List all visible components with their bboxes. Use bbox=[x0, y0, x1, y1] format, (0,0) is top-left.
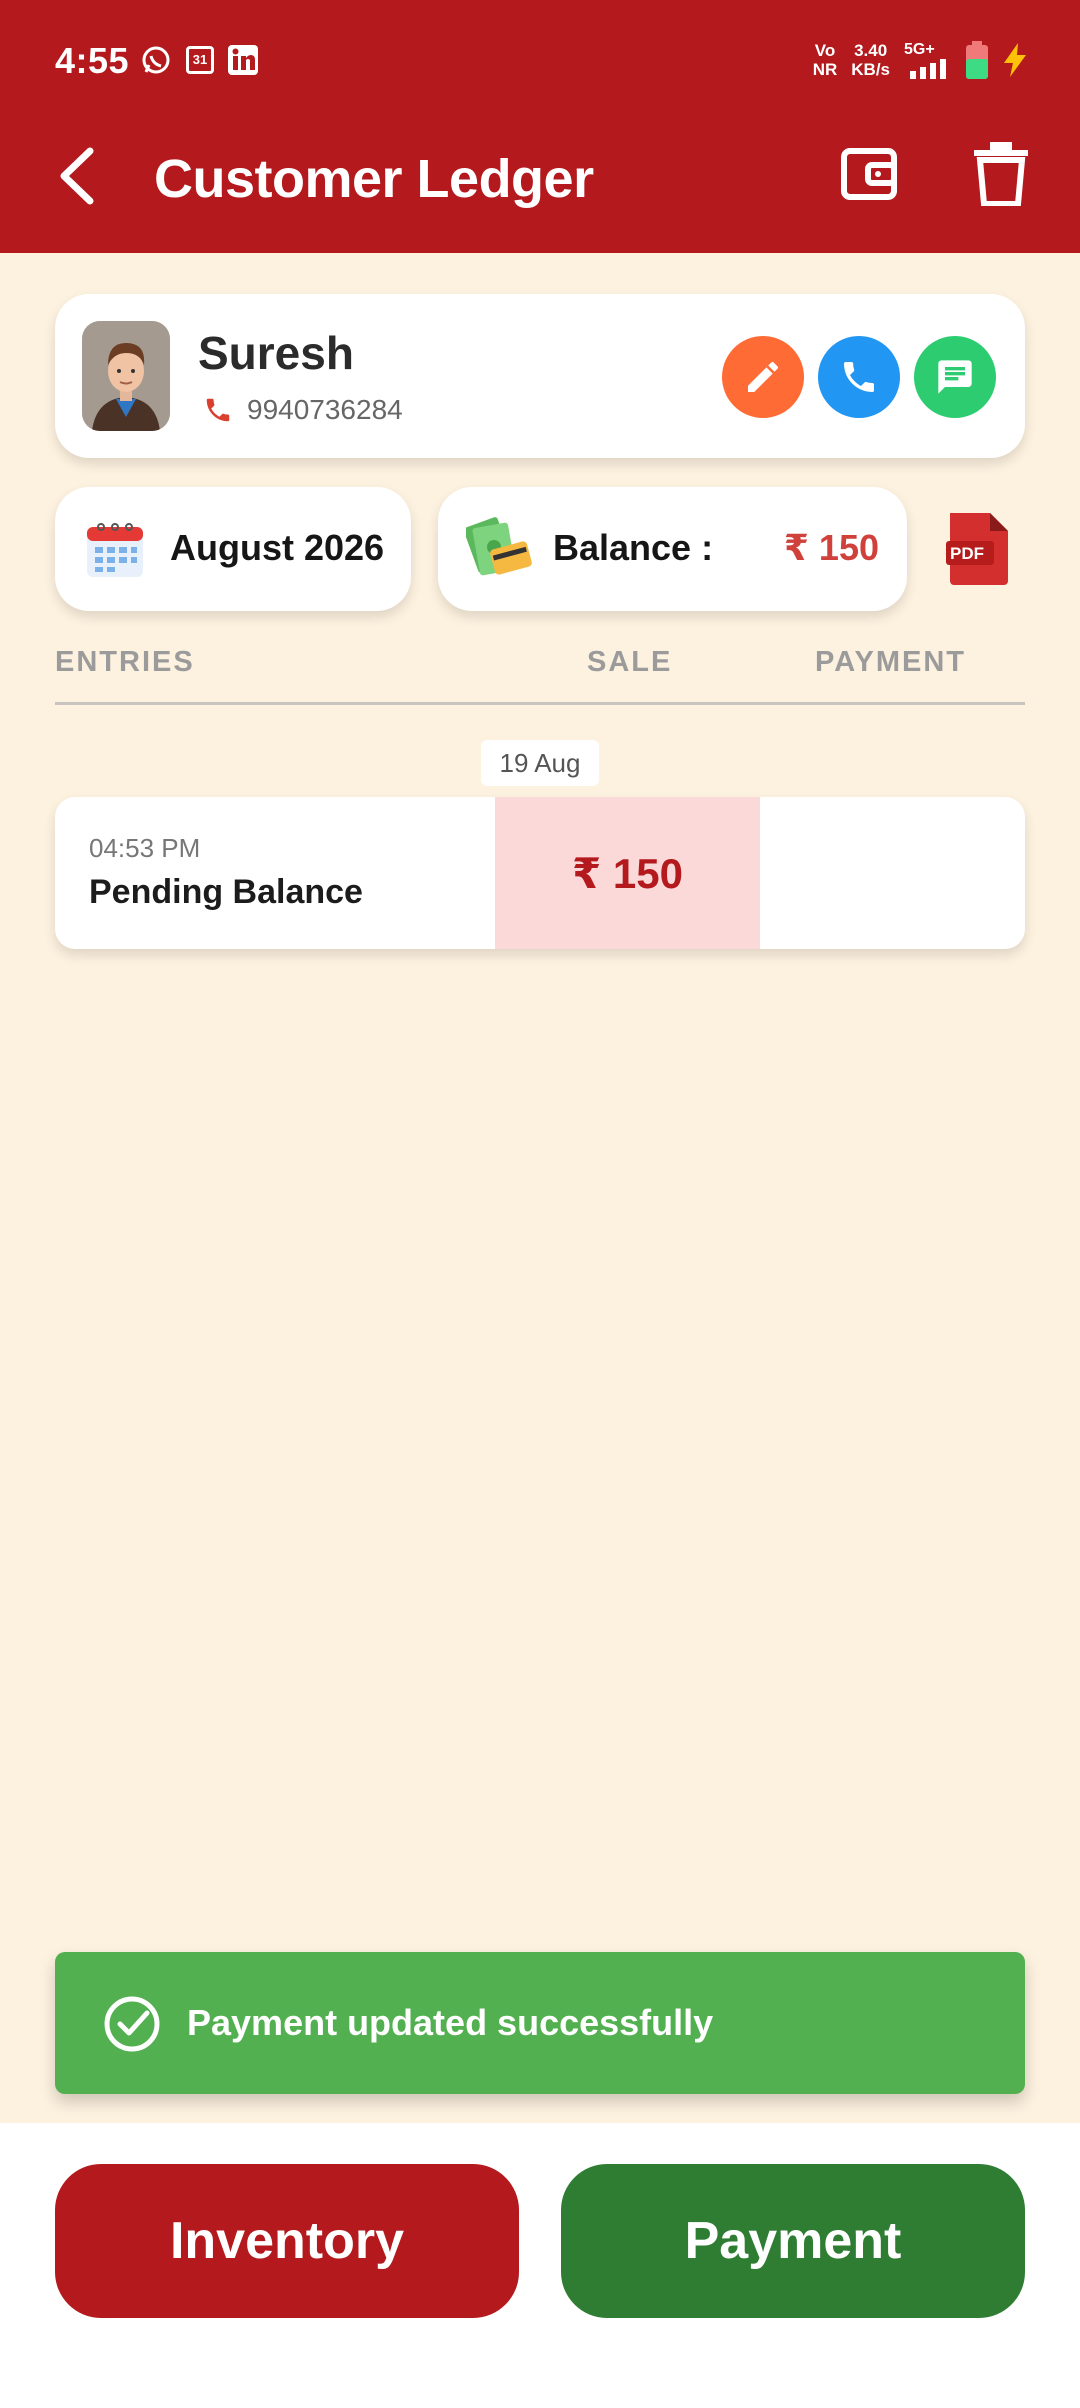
customer-phone: 9940736284 bbox=[203, 394, 403, 426]
network-speed: 3.40 KB/s bbox=[851, 40, 890, 79]
customer-name: Suresh bbox=[198, 327, 354, 379]
phone-icon bbox=[844, 362, 874, 392]
whatsapp-icon bbox=[142, 46, 170, 74]
pdf-export-button[interactable]: PDF bbox=[946, 513, 1012, 585]
delete-icon[interactable] bbox=[972, 142, 1030, 206]
balance-label: Balance : bbox=[553, 527, 714, 568]
calendar-notification-icon: 31 bbox=[186, 46, 214, 74]
back-arrow-icon[interactable] bbox=[50, 143, 110, 209]
chat-icon bbox=[938, 360, 972, 394]
header-divider bbox=[55, 702, 1025, 705]
message-button[interactable] bbox=[914, 336, 996, 418]
column-header-sale: SALE bbox=[587, 646, 673, 678]
linkedin-icon bbox=[228, 45, 258, 75]
entry-name: Pending Balance bbox=[89, 873, 363, 911]
calendar-icon bbox=[87, 523, 143, 577]
entry-time: 04:53 PM bbox=[89, 833, 201, 863]
status-time: 4:55 bbox=[55, 40, 130, 81]
avatar bbox=[82, 321, 170, 431]
pencil-icon bbox=[748, 361, 778, 392]
check-circle-icon bbox=[104, 1996, 160, 2052]
status-bar: 4:55 31 Vo NR 3.40 KB/s 5G+ bbox=[0, 0, 1080, 126]
column-header-entries: ENTRIES bbox=[55, 646, 195, 678]
app-bar: 4:55 31 Vo NR 3.40 KB/s 5G+ Customer Ledge… bbox=[0, 0, 1080, 253]
month-selector[interactable]: August 2026 bbox=[55, 487, 411, 611]
pdf-label: PDF bbox=[950, 544, 984, 563]
notification-icons: 31 bbox=[140, 44, 258, 76]
wallet-icon[interactable] bbox=[840, 145, 898, 203]
entry-sale-amount: ₹ 150 bbox=[495, 797, 760, 949]
inventory-button[interactable]: Inventory bbox=[55, 2164, 519, 2318]
page-title: Customer Ledger bbox=[154, 149, 594, 209]
phone-number: 9940736284 bbox=[247, 394, 403, 425]
column-header-payment: PAYMENT bbox=[815, 646, 966, 678]
balance-card: Balance : ₹ 150 bbox=[438, 487, 907, 611]
toast-message: Payment updated successfully bbox=[187, 2002, 714, 2043]
customer-card: Suresh 9940736284 bbox=[55, 294, 1025, 458]
volte-indicator: Vo NR bbox=[812, 40, 838, 79]
success-toast: Payment updated successfully bbox=[55, 1952, 1025, 2094]
charging-icon bbox=[1004, 42, 1026, 77]
battery-icon bbox=[966, 40, 988, 79]
balance-amount: ₹ 150 bbox=[783, 527, 879, 568]
phone-icon bbox=[206, 398, 230, 422]
signal-icon: 5G+ bbox=[904, 40, 952, 79]
entry-payment-amount bbox=[760, 797, 1025, 949]
money-icon bbox=[466, 517, 532, 576]
month-label: August 2026 bbox=[170, 527, 385, 568]
ledger-entry-row[interactable]: 04:53 PM Pending Balance ₹ 150 bbox=[55, 797, 1025, 949]
date-chip: 19 Aug bbox=[481, 740, 599, 786]
edit-button[interactable] bbox=[722, 336, 804, 418]
system-icons: Vo NR 3.40 KB/s 5G+ bbox=[813, 40, 1028, 79]
call-button[interactable] bbox=[818, 336, 900, 418]
payment-button[interactable]: Payment bbox=[561, 2164, 1025, 2318]
